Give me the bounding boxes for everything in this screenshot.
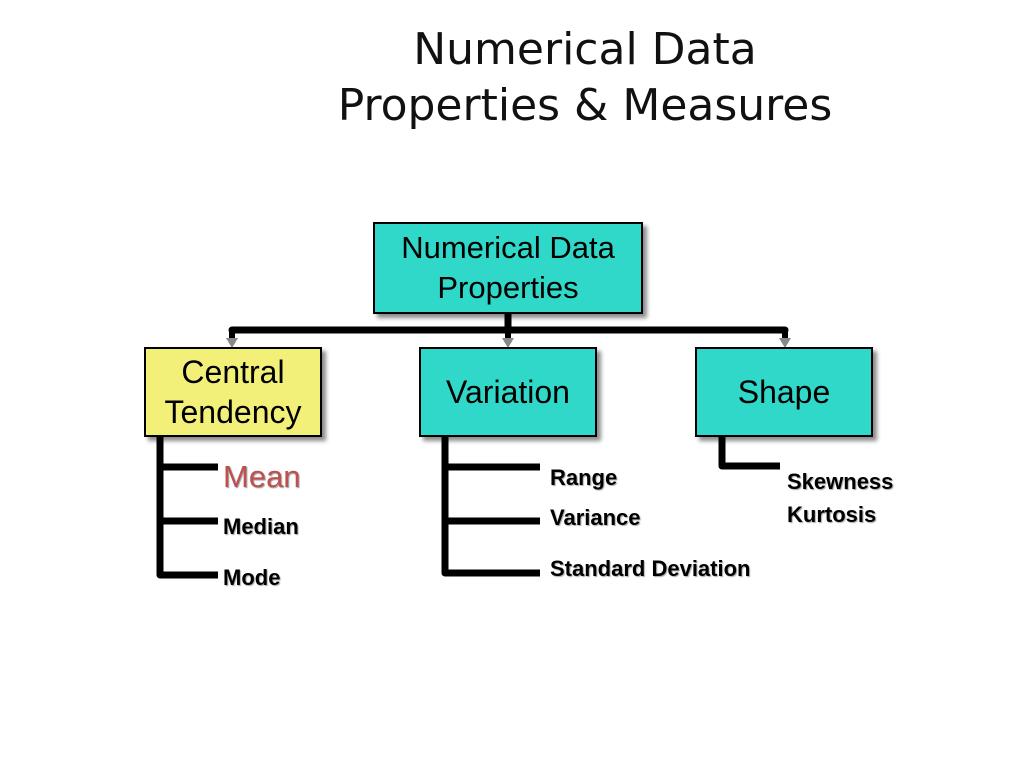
category-central-tendency: Central Tendency — [144, 347, 322, 437]
category-variation: Variation — [419, 347, 597, 437]
bracket-variation — [441, 437, 540, 577]
item-mean: Mean — [223, 459, 301, 494]
category-shape: Shape — [695, 347, 873, 437]
category-central-line1: Central — [181, 354, 285, 390]
item-standard-deviation: Standard Deviation — [550, 556, 751, 581]
bracket-shape — [718, 437, 780, 470]
item-mode: Mode — [223, 565, 281, 590]
root-label-line1: Numerical Data — [401, 230, 615, 265]
category-central-line2: Tendency — [164, 394, 302, 430]
item-kurtosis: Kurtosis — [787, 502, 877, 527]
category-variation-label: Variation — [446, 374, 570, 410]
item-variance: Variance — [550, 505, 641, 530]
root-label-line2: Properties — [437, 270, 579, 305]
category-shape-label: Shape — [737, 374, 831, 410]
item-skewness: Skewness — [787, 469, 894, 494]
bracket-central — [156, 437, 218, 579]
item-median: Median — [223, 514, 299, 539]
root-box: Numerical Data Properties — [373, 222, 643, 314]
item-range: Range — [550, 465, 618, 490]
